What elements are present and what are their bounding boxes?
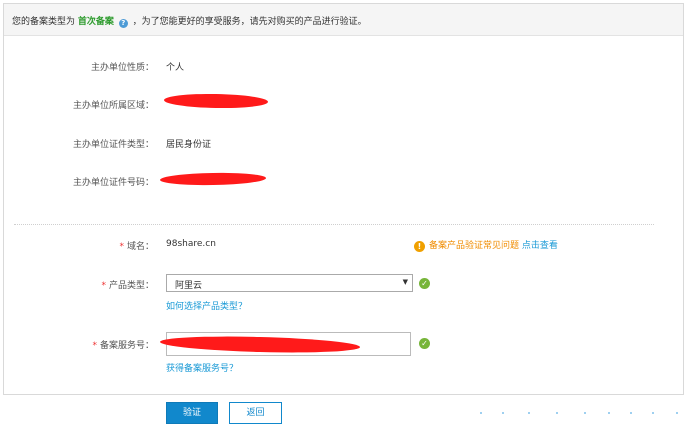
filing-type-notice: 您的备案类型为 首次备案 ? ，为了您能更好的享受服务，请先对购买的产品进行验证… (4, 4, 683, 36)
service-number-label: * 备案服务号： (92, 338, 154, 351)
verify-button[interactable]: 验证 (166, 402, 218, 424)
domain-value: 98share.cn (166, 239, 216, 249)
required-mark: * (119, 242, 124, 252)
chevron-down-icon: ▼ (402, 278, 408, 286)
sponsor-nature-label: 主办单位性质： (90, 63, 154, 73)
faq-notice: ! 备案产品验证常见问题 点击查看 (414, 238, 558, 252)
service-number-label-text: 备案服务号： (99, 341, 154, 351)
product-type-label-text: 产品类型： (108, 281, 154, 291)
domain-label: * 域名： (119, 239, 154, 252)
sponsor-nature-value: 个人 (166, 63, 185, 73)
product-type-label: * 产品类型： (101, 278, 154, 291)
sponsor-id-number-label: 主办单位证件号码： (72, 178, 154, 188)
filing-type-value: 首次备案 (77, 17, 114, 27)
sponsor-id-type-label: 主办单位证件类型： (72, 140, 154, 150)
help-icon[interactable]: ? (118, 19, 128, 28)
service-number-help-link[interactable]: 获得备案服务号？ (166, 361, 238, 374)
section-divider (14, 224, 654, 225)
sponsor-id-type-value: 居民身份证 (166, 140, 212, 150)
product-type-select[interactable]: 阿里云 ▼ (166, 274, 413, 292)
product-type-help-link[interactable]: 如何选择产品类型？ (166, 299, 247, 312)
back-button[interactable]: 返回 (229, 402, 282, 424)
domain-label-text: 域名： (126, 242, 154, 252)
required-mark: * (92, 341, 97, 351)
notice-prefix: 您的备案类型为 (12, 17, 76, 27)
decorative-dots (480, 412, 690, 420)
product-type-selected-value: 阿里云 (175, 281, 203, 291)
check-icon: ✓ (419, 338, 430, 349)
required-mark: * (101, 281, 106, 291)
notice-text: 您的备案类型为 首次备案 ? ，为了您能更好的享受服务，请先对购买的产品进行验证… (12, 14, 367, 28)
faq-view-link[interactable]: 点击查看 (522, 241, 558, 251)
check-icon: ✓ (419, 278, 430, 289)
warning-icon: ! (414, 241, 425, 252)
notice-suffix: ，为了您能更好的享受服务，请先对购买的产品进行验证。 (132, 17, 367, 27)
faq-text: 备案产品验证常见问题 (429, 241, 520, 251)
sponsor-region-label: 主办单位所属区域： (72, 101, 154, 111)
